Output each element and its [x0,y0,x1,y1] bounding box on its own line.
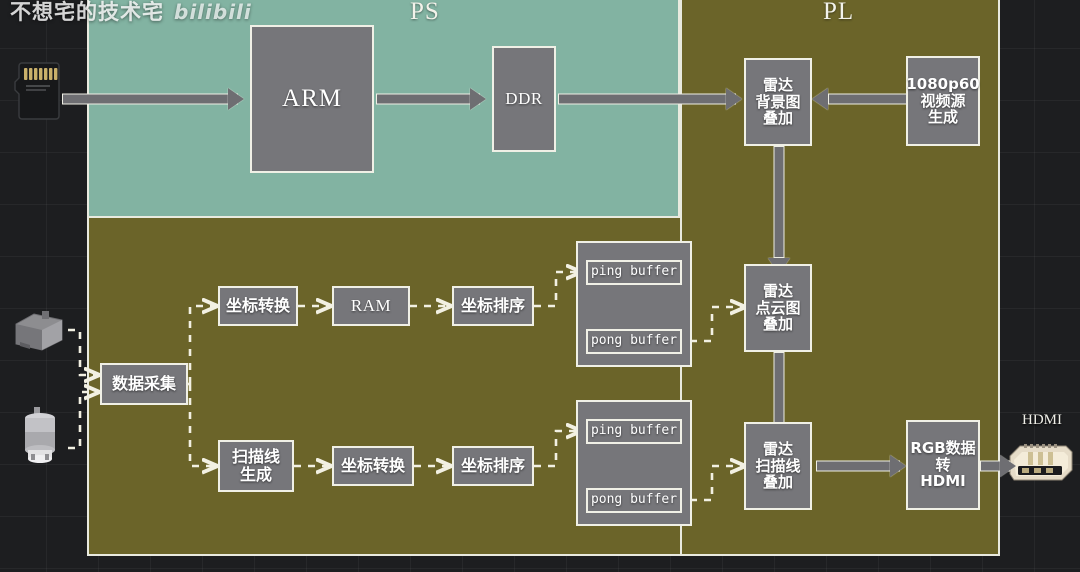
arrow-arm-to-ddr [376,88,492,110]
ps-region-label: PS [410,0,440,25]
block-coord-convert-1[interactable]: 坐标转换 [218,286,298,326]
block-coord-convert-2[interactable]: 坐标转换 [332,446,414,486]
hdmi-label: HDMI [1022,412,1062,428]
bilibili-logo: bilibili [174,0,252,24]
block-ddr[interactable]: DDR [492,46,556,152]
block-coord-sort-1[interactable]: 坐标排序 [452,286,534,326]
motor-image [25,407,55,463]
arrow-video-source-to-radar-background [812,88,912,110]
block-pong-buffer-2[interactable]: pong buffer [586,488,682,513]
micro-sd-card-image [14,62,60,120]
arrow-radar-background-to-pointcloud [768,146,790,274]
arrow-ddr-to-radar-background [558,88,748,110]
block-radar-scanline-overlay[interactable]: 雷达 扫描线 叠加 [744,422,812,510]
block-data-acquisition[interactable]: 数据采集 [100,363,188,405]
pl-region-label: PL [823,0,855,25]
block-ram[interactable]: RAM [332,286,410,326]
block-scanline-generate[interactable]: 扫描线 生成 [218,440,294,492]
block-radar-pointcloud-overlay[interactable]: 雷达 点云图 叠加 [744,264,812,352]
block-pong-buffer-1[interactable]: pong buffer [586,329,682,354]
block-coord-sort-2[interactable]: 坐标排序 [452,446,534,486]
block-ping-buffer-2[interactable]: ping buffer [586,419,682,444]
block-arm[interactable]: ARM [250,25,374,173]
block-rgb-to-hdmi[interactable]: RGB数据 转 HDMI [906,420,980,510]
watermark-author: 不想宅的技术宅 [10,0,164,24]
block-radar-background-overlay[interactable]: 雷达 背景图 叠加 [744,58,812,146]
arrow-rgb-hdmi-to-connector [980,455,1022,477]
lidar-sensor-image [15,311,63,351]
watermark: 不想宅的技术宅 bilibili [10,0,252,26]
arrow-scanline-to-rgb-hdmi [816,455,912,477]
block-ping-buffer-1[interactable]: ping buffer [586,260,682,285]
arrow-sdcard-to-arm [62,88,250,110]
block-video-source[interactable]: 1080p60 视频源 生成 [906,56,980,146]
